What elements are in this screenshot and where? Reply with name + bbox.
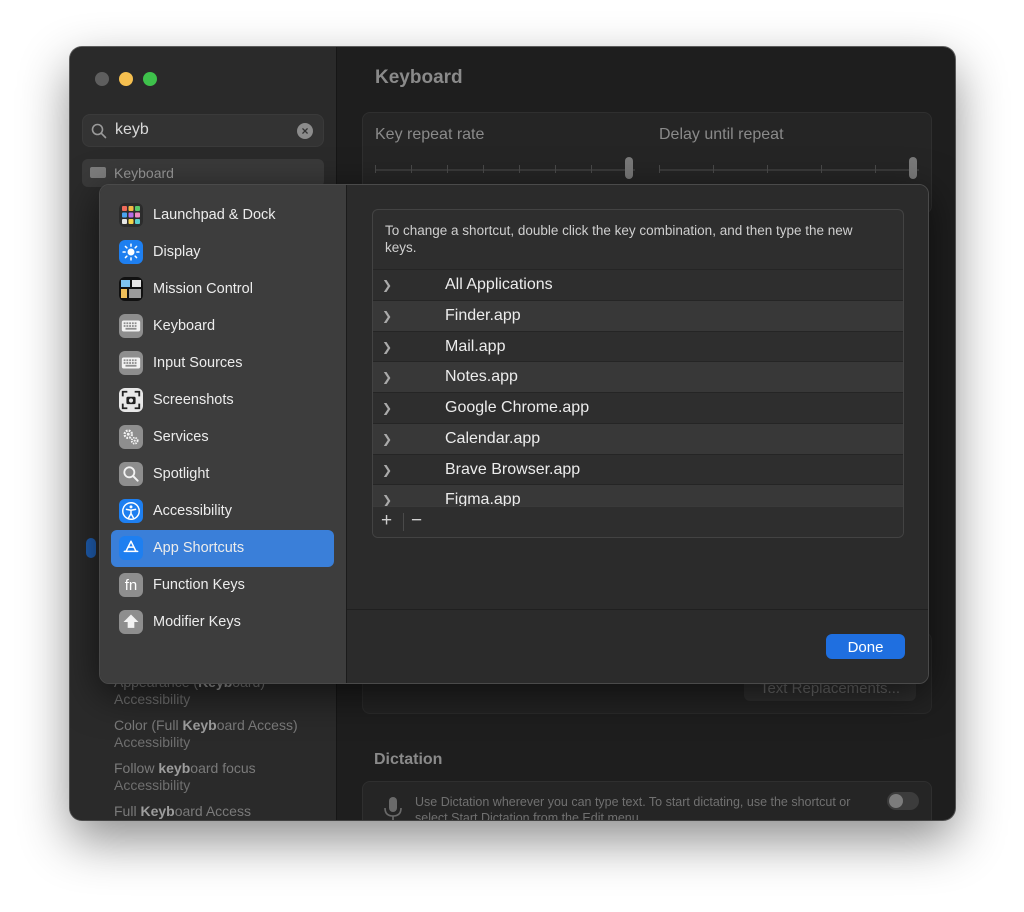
nav-item-keyboard[interactable]: Keyboard xyxy=(111,308,334,345)
shortcuts-sidebar: Launchpad & Dock Display Mission Control… xyxy=(100,185,347,683)
sidebar-selection-edge xyxy=(86,538,96,558)
nav-item-display[interactable]: Display xyxy=(111,234,334,271)
dictation-card: Use Dictation wherever you can type text… xyxy=(362,781,932,820)
minimize-window-button[interactable] xyxy=(119,72,133,86)
spotlight-icon xyxy=(119,462,143,486)
list-toolbar: + − xyxy=(373,506,903,537)
accessibility-icon xyxy=(119,499,143,523)
chevron-right-icon[interactable]: ❯ xyxy=(382,432,392,446)
clear-search-icon[interactable]: × xyxy=(297,123,313,139)
maximize-window-button[interactable] xyxy=(143,72,157,86)
dictation-title: Dictation xyxy=(374,751,443,768)
list-item[interactable]: ❯ Notes.app xyxy=(373,361,903,392)
toolbar-divider xyxy=(403,513,404,531)
list-item[interactable]: ❯ Brave Browser.app xyxy=(373,453,903,485)
list-item[interactable]: ❯ Google Chrome.app xyxy=(373,392,903,423)
sidebar-item-label: Keyboard xyxy=(114,165,174,181)
nav-item-launchpad-dock[interactable]: Launchpad & Dock xyxy=(111,197,334,234)
app-shortcuts-box: To change a shortcut, double click the k… xyxy=(372,209,904,538)
window-controls xyxy=(95,72,157,86)
nav-item-screenshots[interactable]: Screenshots xyxy=(111,382,334,419)
shortcuts-content: To change a shortcut, double click the k… xyxy=(347,185,928,683)
key-repeat-label: Key repeat rate xyxy=(375,126,485,143)
sidebar-item-keyboard[interactable]: Keyboard xyxy=(82,159,324,187)
chevron-right-icon[interactable]: ❯ xyxy=(382,309,392,323)
delay-repeat-label: Delay until repeat xyxy=(659,126,784,143)
system-settings-window: keyb × Keyboard Appearance (Keyboard) Ac… xyxy=(70,47,955,820)
delay-repeat-slider[interactable] xyxy=(659,169,919,171)
dictation-toggle[interactable] xyxy=(887,792,919,810)
search-results: Appearance (Keyboard) Accessibility Colo… xyxy=(114,674,324,820)
search-input[interactable]: keyb xyxy=(115,121,149,139)
mission-control-icon xyxy=(119,277,143,301)
function-keys-icon: fn xyxy=(119,573,143,597)
chevron-right-icon[interactable]: ❯ xyxy=(382,370,392,384)
nav-item-function-keys[interactable]: fn Function Keys xyxy=(111,567,334,604)
search-icon xyxy=(91,123,107,139)
search-result[interactable]: Full Keyboard Access xyxy=(114,803,324,820)
shortcut-hint: To change a shortcut, double click the k… xyxy=(385,223,853,255)
nav-item-accessibility[interactable]: Accessibility xyxy=(111,493,334,530)
keyboard-icon xyxy=(119,314,143,338)
nav-item-app-shortcuts[interactable]: App Shortcuts xyxy=(111,530,334,567)
screenshot-icon xyxy=(119,388,143,412)
shortcuts-nav: Launchpad & Dock Display Mission Control… xyxy=(111,197,334,641)
sheet-divider xyxy=(347,609,928,610)
chevron-right-icon[interactable]: ❯ xyxy=(382,463,392,477)
key-repeat-slider[interactable] xyxy=(375,169,635,171)
dictation-description: Use Dictation wherever you can type text… xyxy=(415,795,851,820)
search-field[interactable]: keyb × xyxy=(82,114,324,147)
key-repeat-slider-knob[interactable] xyxy=(625,157,633,179)
launchpad-icon xyxy=(119,203,143,227)
input-sources-icon xyxy=(119,351,143,375)
app-shortcuts-icon xyxy=(119,536,143,560)
keyboard-shortcuts-sheet: Launchpad & Dock Display Mission Control… xyxy=(99,184,929,684)
services-icon xyxy=(119,425,143,449)
display-icon xyxy=(119,240,143,264)
app-shortcuts-list: ❯ All Applications ❯ Finder.app ❯ Mail.a… xyxy=(373,269,903,515)
remove-button[interactable]: − xyxy=(411,510,422,532)
nav-item-spotlight[interactable]: Spotlight xyxy=(111,456,334,493)
list-item[interactable]: ❯ Mail.app xyxy=(373,330,903,362)
list-item[interactable]: ❯ Finder.app xyxy=(373,299,903,331)
keyboard-icon xyxy=(90,167,106,178)
search-result[interactable]: Follow keyboard focus Accessibility xyxy=(114,760,324,794)
nav-item-services[interactable]: Services xyxy=(111,419,334,456)
chevron-right-icon[interactable]: ❯ xyxy=(382,278,392,292)
chevron-right-icon[interactable]: ❯ xyxy=(382,401,392,415)
delay-repeat-slider-knob[interactable] xyxy=(909,157,917,179)
close-window-button[interactable] xyxy=(95,72,109,86)
nav-item-modifier-keys[interactable]: Modifier Keys xyxy=(111,604,334,641)
nav-item-input-sources[interactable]: Input Sources xyxy=(111,345,334,382)
modifier-keys-icon xyxy=(119,610,143,634)
done-button[interactable]: Done xyxy=(826,634,905,659)
page-title: Keyboard xyxy=(375,67,463,88)
microphone-icon xyxy=(384,797,402,820)
list-item[interactable]: ❯ All Applications xyxy=(373,269,903,300)
chevron-right-icon[interactable]: ❯ xyxy=(382,340,392,354)
search-result[interactable]: Color (Full Keyboard Access) Accessibili… xyxy=(114,717,324,751)
nav-item-mission-control[interactable]: Mission Control xyxy=(111,271,334,308)
add-button[interactable]: + xyxy=(381,510,392,532)
list-item[interactable]: ❯ Calendar.app xyxy=(373,422,903,454)
